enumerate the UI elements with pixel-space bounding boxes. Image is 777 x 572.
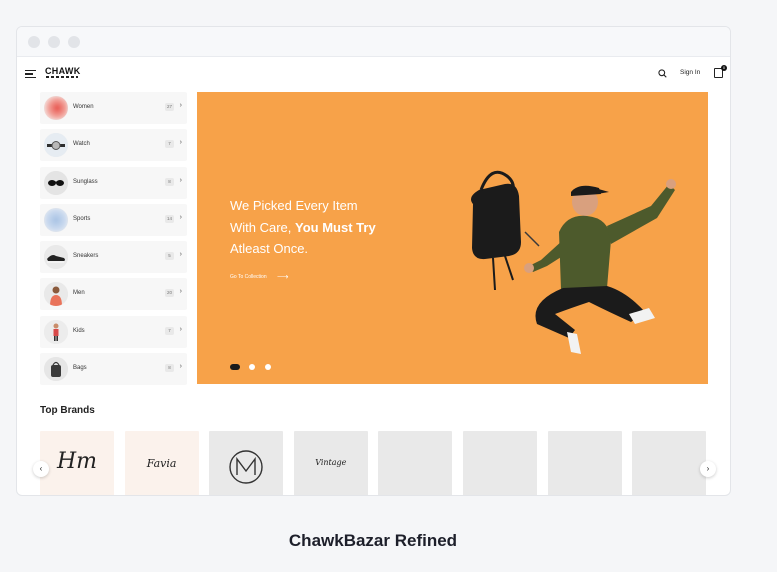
- pager-dot-3[interactable]: [264, 363, 271, 370]
- category-count-badge: 20: [165, 289, 174, 298]
- chevron-right-icon: ›: [179, 363, 182, 371]
- brand-card[interactable]: [209, 431, 284, 495]
- blurred-red-thumb: [44, 96, 68, 120]
- site-header: CHAWK Sign In 0: [17, 57, 730, 89]
- category-item-bags[interactable]: Bags 8 ›: [40, 353, 187, 386]
- brands-next-button[interactable]: ›: [700, 461, 716, 477]
- category-count-badge: 5: [165, 252, 174, 261]
- category-item-kids[interactable]: Kids 7 ›: [40, 315, 187, 348]
- brand-card[interactable]: Hm: [40, 431, 114, 495]
- category-name: Watch: [73, 141, 90, 148]
- watch-thumb: [44, 133, 68, 158]
- category-name: Sunglass: [73, 178, 98, 185]
- hero-carousel-pager: [230, 358, 276, 370]
- window-dot-close[interactable]: [28, 36, 40, 48]
- category-name: Men: [73, 290, 85, 297]
- hero-jumping-man-illustration: [471, 170, 676, 354]
- category-name: Sneakers: [73, 253, 99, 260]
- category-item-sunglass[interactable]: Sunglass 8 ›: [40, 166, 187, 199]
- pager-dot-1[interactable]: [230, 363, 240, 370]
- site-logo[interactable]: CHAWK: [45, 66, 81, 76]
- category-count-badge: 27: [165, 103, 174, 111]
- chevron-right-icon: ›: [179, 251, 182, 259]
- browser-titlebar: [17, 27, 730, 57]
- logo-tagline-graphic: [46, 76, 78, 78]
- brand-card[interactable]: [547, 431, 622, 495]
- hero-banner[interactable]: We Picked Every Item With Care, You Must…: [197, 92, 708, 384]
- brands-carousel: Hm Favia Vintage: [40, 431, 708, 495]
- chevron-right-icon: ›: [179, 102, 182, 109]
- cart-count-badge: 0: [721, 65, 727, 71]
- category-item-sports[interactable]: Sports 14 ›: [40, 203, 187, 236]
- category-name: Kids: [73, 327, 85, 334]
- sign-in-link[interactable]: Sign In: [680, 69, 700, 76]
- sneaker-thumb: [44, 245, 68, 270]
- brand-card[interactable]: Vintage: [293, 431, 368, 495]
- category-item-watch[interactable]: Watch 7 ›: [40, 129, 187, 162]
- hero-heading-line-3: Atleast Once.: [230, 241, 309, 256]
- blurred-blue-thumb: [44, 207, 68, 232]
- category-name: Sports: [73, 215, 91, 222]
- page-viewport: CHAWK Sign In 0 Women 27 › Watch 7 › Sunglass 8…: [17, 57, 730, 495]
- brand-logo-text: Vintage: [315, 458, 347, 467]
- arrow-right-icon[interactable]: ⟶: [277, 272, 288, 281]
- hamburger-menu-icon[interactable]: [25, 70, 36, 78]
- category-item-women[interactable]: Women 27 ›: [40, 92, 187, 124]
- chevron-right-icon: ›: [179, 139, 182, 147]
- window-dot-minimize[interactable]: [48, 36, 60, 48]
- pager-dot-2[interactable]: [249, 363, 256, 370]
- monogram-logo-icon: [229, 450, 263, 484]
- category-item-sneakers[interactable]: Sneakers 5 ›: [40, 241, 187, 274]
- hero-heading-bold: You Must Try: [295, 220, 376, 235]
- category-count-badge: 7: [165, 326, 174, 335]
- chevron-right-icon: ›: [179, 288, 182, 296]
- chevron-right-icon: ›: [179, 213, 182, 221]
- brand-logo-text: Hm: [56, 449, 98, 474]
- category-count-badge: 7: [165, 140, 174, 149]
- category-name: Bags: [73, 365, 87, 372]
- category-count-badge: 8: [165, 364, 174, 373]
- brand-logo-text: Favia: [146, 457, 177, 470]
- brand-card[interactable]: [632, 431, 707, 495]
- search-icon[interactable]: [658, 69, 667, 78]
- browser-window: CHAWK Sign In 0 Women 27 › Watch 7 › Sunglass 8…: [16, 26, 731, 496]
- sunglass-thumb: [44, 170, 68, 195]
- man-thumb: [44, 282, 68, 307]
- window-dot-maximize[interactable]: [68, 36, 80, 48]
- chevron-right-icon: ›: [179, 325, 182, 333]
- category-item-men[interactable]: Men 20 ›: [40, 278, 187, 311]
- top-brands-title: Top Brands: [40, 405, 95, 416]
- brand-card[interactable]: [378, 431, 453, 495]
- brands-prev-button[interactable]: ‹: [33, 461, 49, 477]
- brand-card[interactable]: [463, 431, 537, 495]
- hero-heading-plain: With Care,: [230, 220, 296, 235]
- brand-card[interactable]: Favia: [124, 431, 199, 495]
- category-name: Women: [73, 104, 94, 110]
- bag-thumb: [44, 357, 68, 382]
- kid-thumb: [44, 319, 68, 344]
- chevron-right-icon: ›: [179, 176, 182, 184]
- showcase-caption: ChawkBazar Refined: [288, 531, 458, 550]
- category-sidebar: Women 27 › Watch 7 › Sunglass 8 › Sports 14 › Sneake…: [40, 92, 187, 390]
- category-count-badge: 14: [165, 214, 174, 223]
- go-to-collection-link[interactable]: Go To Collection: [230, 274, 267, 280]
- category-count-badge: 8: [165, 177, 174, 186]
- hero-heading-line-1: We Picked Every Item: [230, 198, 358, 213]
- hero-heading-line-2: With Care, You Must Try: [230, 220, 376, 235]
